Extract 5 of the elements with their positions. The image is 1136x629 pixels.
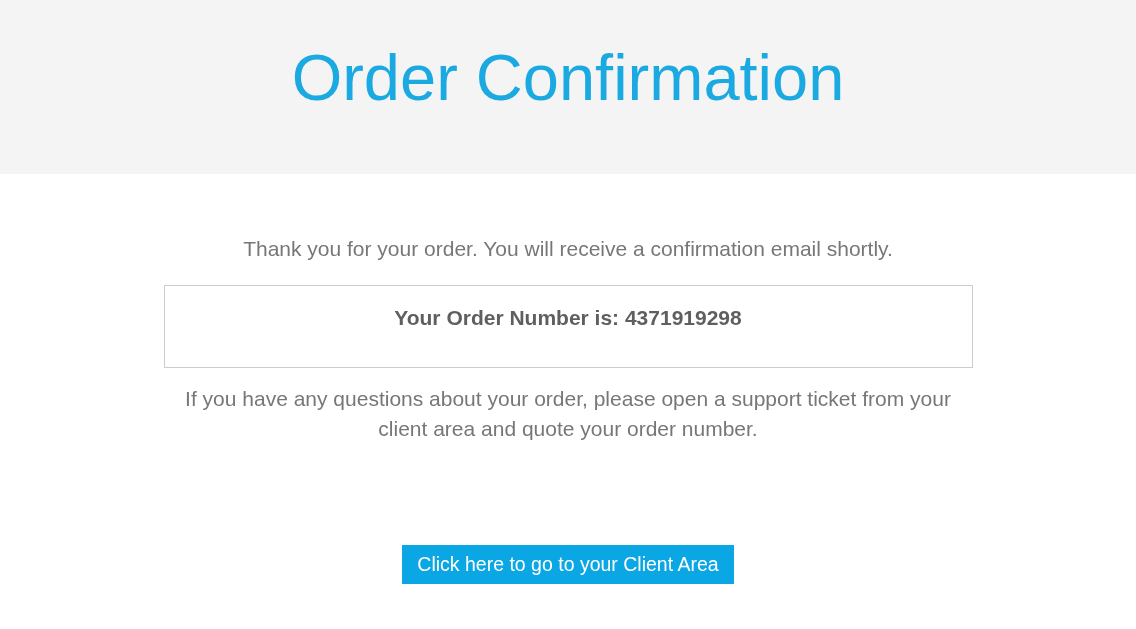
page-title: Order Confirmation (291, 40, 845, 116)
client-area-button[interactable]: Click here to go to your Client Area (402, 545, 734, 584)
thank-you-message: Thank you for your order. You will receive a confirmation email shortly. (243, 236, 893, 262)
order-number-text: Your Order Number is: 4371919298 (394, 305, 742, 331)
support-note: If you have any questions about your order, please open a support ticket from your client area and quote your order number. (184, 386, 952, 442)
